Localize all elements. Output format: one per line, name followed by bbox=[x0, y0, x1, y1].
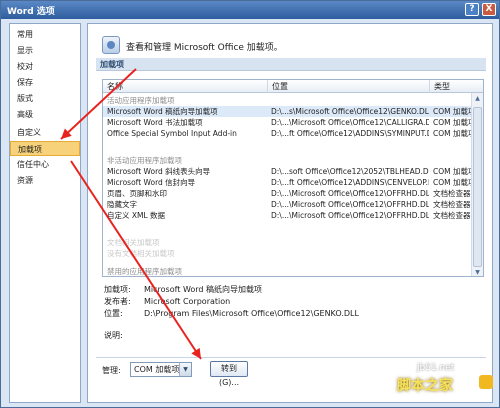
scroll-down-icon[interactable]: ▼ bbox=[473, 268, 482, 276]
group-title-document: 文档相关加载项 bbox=[107, 238, 160, 247]
window-title: Word 选项 bbox=[7, 7, 55, 17]
table-row[interactable]: Microsoft Word 稿纸向导加载项 D:\...s\Microsoft… bbox=[103, 106, 483, 117]
sidebar-item-display[interactable]: 显示 bbox=[10, 43, 80, 58]
detail-publisher: 发布者: Microsoft Corporation bbox=[104, 296, 484, 308]
sidebar-item-resources[interactable]: 资源 bbox=[10, 173, 80, 188]
manage-select[interactable]: COM 加载项 ▼ bbox=[130, 362, 192, 377]
addin-name: Office Special Symbol Input Add-in bbox=[107, 129, 237, 138]
detail-addin-value: Microsoft Word 稿纸向导加载项 bbox=[144, 285, 263, 294]
vertical-scrollbar[interactable]: ▲ ▼ bbox=[471, 93, 483, 276]
section-title: 加载项 bbox=[96, 58, 486, 71]
addin-name: 自定义 XML 数据 bbox=[107, 211, 166, 220]
addin-location: D:\...ft Office\Office12\ADDINS\SYMINPUT… bbox=[271, 129, 429, 138]
detail-addin-label: 加载项: bbox=[104, 285, 131, 294]
sidebar-item-layout[interactable]: 版式 bbox=[10, 91, 80, 106]
word-options-window: Word 选项 ? X 常用 显示 校对 保存 版式 高级 自定义 加载项 信任… bbox=[0, 0, 500, 408]
column-header-location[interactable]: 位置 bbox=[268, 80, 430, 93]
watermark-brand: 脚本之家 bbox=[397, 378, 453, 394]
divider bbox=[96, 357, 486, 358]
manage-label: 管理: bbox=[102, 366, 121, 375]
sidebar-item-trust-center[interactable]: 信任中心 bbox=[10, 157, 80, 172]
addin-location: D:\...\Microsoft Office\Office12\CALLIGR… bbox=[271, 118, 429, 127]
addin-name: Microsoft Word 信封向导 bbox=[107, 178, 196, 187]
detail-location-value: D:\Program Files\Microsoft Office\Office… bbox=[144, 309, 359, 318]
addin-name: 隐藏文字 bbox=[107, 200, 137, 209]
table-row[interactable]: Microsoft Word 信封向导 D:\...ft Office\Offi… bbox=[103, 177, 483, 188]
chevron-down-icon[interactable]: ▼ bbox=[179, 363, 191, 376]
watermark: jb51.net 脚本之家 bbox=[397, 363, 497, 407]
group-title-inactive: 非活动应用程序加载项 bbox=[107, 156, 182, 165]
panel-header-text: 查看和管理 Microsoft Office 加载项。 bbox=[126, 43, 283, 53]
watermark-logo-icon bbox=[479, 375, 493, 389]
detail-location: 位置: D:\Program Files\Microsoft Office\Of… bbox=[104, 308, 484, 320]
addin-name: Microsoft Word 斜线表头向导 bbox=[107, 167, 211, 176]
addin-location: D:\...s\Microsoft Office\Office12\GENKO.… bbox=[271, 107, 429, 116]
detail-description-label: 说明: bbox=[104, 331, 123, 340]
sidebar-item-advanced[interactable]: 高级 bbox=[10, 107, 80, 122]
addin-location: D:\...\Microsoft Office\Office12\OFFRHD.… bbox=[271, 189, 429, 198]
addin-location: D:\...\Microsoft Office\Office12\OFFRHD.… bbox=[271, 200, 429, 209]
group-title-active: 活动应用程序加载项 bbox=[107, 96, 175, 105]
table-header: 名称 位置 类型 bbox=[103, 80, 483, 93]
scroll-thumb[interactable] bbox=[473, 107, 482, 267]
table-row[interactable]: 页眉、页脚和水印 D:\...\Microsoft Office\Office1… bbox=[103, 188, 483, 199]
detail-description: 说明: bbox=[104, 330, 484, 342]
table-row[interactable]: Office Special Symbol Input Add-in D:\..… bbox=[103, 128, 483, 139]
watermark-url: jb51.net bbox=[417, 363, 455, 373]
addin-location: D:\...\Microsoft Office\Office12\OFFRHD.… bbox=[271, 211, 429, 220]
help-button[interactable]: ? bbox=[465, 3, 479, 16]
scroll-up-icon[interactable]: ▲ bbox=[473, 94, 482, 103]
group-title-disabled: 禁用的应用程序加载项 bbox=[107, 267, 182, 276]
detail-addin: 加载项: Microsoft Word 稿纸向导加载项 bbox=[104, 284, 484, 296]
table-row[interactable]: 自定义 XML 数据 D:\...\Microsoft Office\Offic… bbox=[103, 210, 483, 221]
no-document-addins: 没有文档相关加载项 bbox=[107, 249, 175, 258]
table-row[interactable]: 隐藏文字 D:\...\Microsoft Office\Office12\OF… bbox=[103, 199, 483, 210]
sidebar-item-customize[interactable]: 自定义 bbox=[10, 125, 80, 140]
sidebar-item-save[interactable]: 保存 bbox=[10, 75, 80, 90]
addin-location: D:\...soft Office\Office12\2052\TBLHEAD.… bbox=[271, 167, 429, 176]
title-bar: Word 选项 ? X bbox=[1, 1, 499, 19]
addin-name: Microsoft Word 书法加载项 bbox=[107, 118, 203, 127]
manage-select-value: COM 加载项 bbox=[134, 365, 180, 374]
column-header-name[interactable]: 名称 bbox=[103, 80, 268, 93]
detail-location-label: 位置: bbox=[104, 309, 123, 318]
column-header-type[interactable]: 类型 bbox=[430, 80, 482, 93]
sidebar-item-popular[interactable]: 常用 bbox=[10, 27, 80, 42]
detail-publisher-label: 发布者: bbox=[104, 297, 131, 306]
detail-publisher-value: Microsoft Corporation bbox=[144, 297, 231, 306]
sidebar-item-addins[interactable]: 加载项 bbox=[10, 141, 80, 156]
addin-location: D:\...ft Office\Office12\ADDINS\CENVELOP… bbox=[271, 178, 429, 187]
sidebar-item-proofing[interactable]: 校对 bbox=[10, 59, 80, 74]
table-row[interactable]: Microsoft Word 书法加载项 D:\...\Microsoft Of… bbox=[103, 117, 483, 128]
options-sidebar: 常用 显示 校对 保存 版式 高级 自定义 加载项 信任中心 资源 bbox=[9, 23, 81, 403]
addins-icon bbox=[102, 36, 120, 54]
go-button[interactable]: 转到(G)... bbox=[210, 361, 248, 387]
close-button[interactable]: X bbox=[482, 3, 496, 16]
addin-name: 页眉、页脚和水印 bbox=[107, 189, 167, 198]
addins-table: 名称 位置 类型 活动应用程序加载项 Microsoft Word 稿纸向导加载… bbox=[102, 79, 484, 277]
table-row[interactable]: Microsoft Word 斜线表头向导 D:\...soft Office\… bbox=[103, 166, 483, 177]
addins-panel: 查看和管理 Microsoft Office 加载项。 加载项 名称 位置 类型… bbox=[87, 23, 493, 403]
addin-name: Microsoft Word 稿纸向导加载项 bbox=[107, 107, 218, 116]
